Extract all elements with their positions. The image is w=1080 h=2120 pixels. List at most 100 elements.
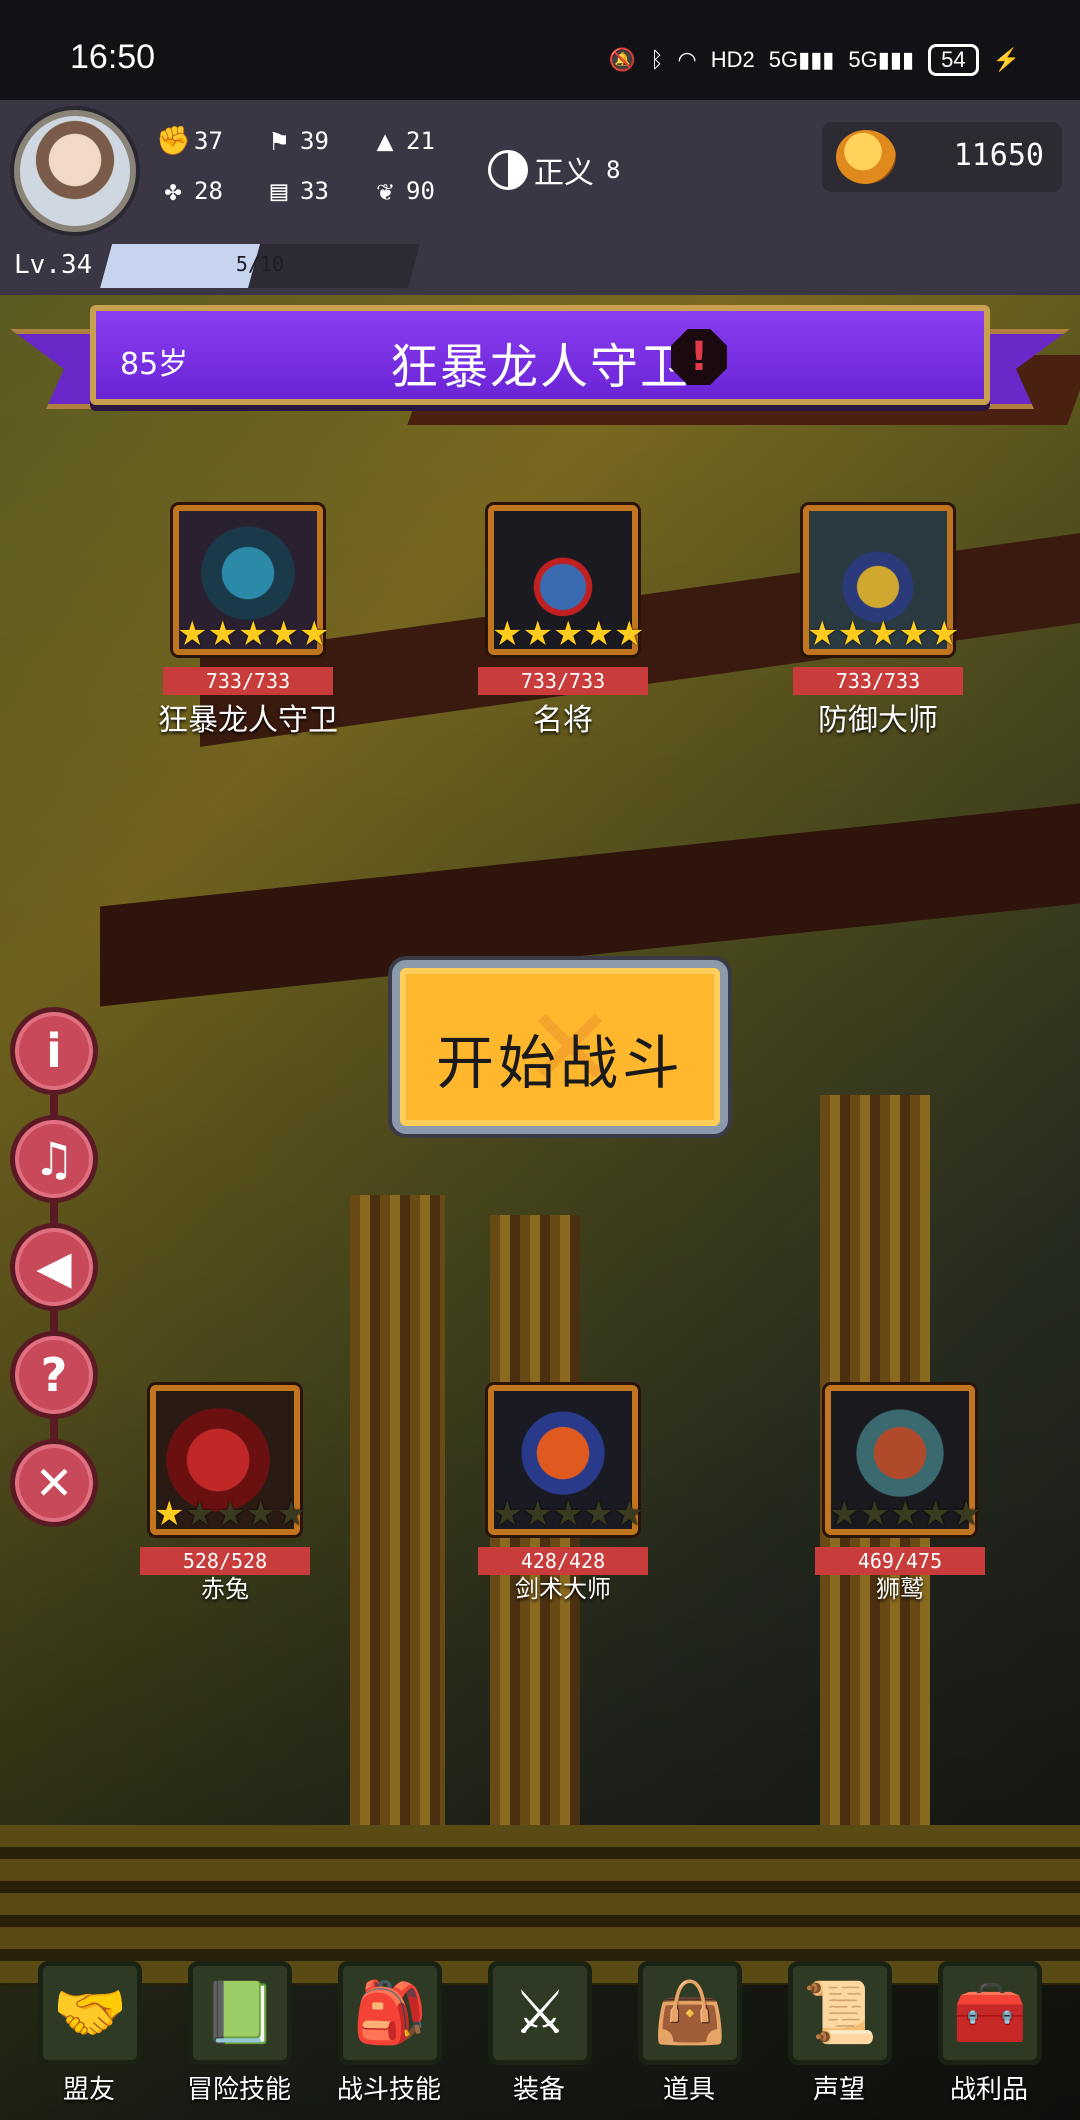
star-icon: ★ [492, 1494, 523, 1534]
gold-panel: 11650 [822, 122, 1062, 192]
star-icon: ★ [613, 1494, 645, 1534]
gold-coin-icon [836, 130, 896, 184]
star-icon: ★ [184, 1494, 215, 1534]
chain-link [50, 1095, 58, 1117]
battery-indicator: 54 [928, 44, 979, 76]
unit-name: 狂暴龙人守卫 [158, 703, 338, 738]
chain-link [50, 1419, 58, 1441]
nav-items[interactable]: 👜 道具 [624, 1955, 754, 2115]
star-icon: ★ [245, 1494, 276, 1534]
chain-link [50, 1311, 58, 1333]
charging-icon: ⚡ [992, 47, 1020, 72]
star-icon: ★ [552, 614, 584, 654]
hd-badge: HD2 [710, 47, 755, 72]
clock: 16:50 [70, 38, 156, 76]
stat-agility: ⚑ 39 [262, 126, 329, 156]
unit-name: 赤兔 [201, 1575, 249, 1603]
music-button[interactable]: ♫ [10, 1115, 98, 1203]
nav-reputation[interactable]: 📜 声望 [774, 1955, 904, 2115]
star-icon: ★ [920, 1494, 951, 1534]
hp-bar: 733/733 [163, 667, 333, 695]
mute-icon: 🔕 [608, 47, 637, 72]
star-icon: ★ [829, 1494, 860, 1534]
nav-allies[interactable]: 🤝 盟友 [24, 1955, 154, 2115]
unit-name: 剑术大师 [515, 1575, 611, 1603]
star-icon: ★ [859, 1494, 890, 1534]
speaker-icon: ◀ [36, 1240, 72, 1294]
chest-icon: 🧰 [938, 1961, 1042, 2065]
backpack-icon: 🎒 [338, 1961, 442, 2065]
nav-loot[interactable]: 🧰 战利品 [924, 1955, 1054, 2115]
stat-magic: ▲ 21 [368, 126, 435, 156]
star-rating: ★ ★ ★ ★ ★ [829, 1494, 981, 1534]
satchel-icon: 👜 [638, 1961, 742, 2065]
close-button[interactable]: ✕ [10, 1439, 98, 1527]
unit-name: 名将 [533, 703, 593, 738]
danger-icon[interactable]: ! [671, 329, 727, 385]
encounter-title: 狂暴龙人守卫 [389, 339, 690, 395]
bottom-nav: 🤝 盟友 📗 冒险技能 🎒 战斗技能 ⚔ 装备 👜 道具 📜 声望 🧰 战利品 [0, 1955, 1080, 2120]
star-rating: ★ ★ ★ ★ ★ [177, 614, 329, 654]
info-icon: i [46, 1024, 62, 1078]
star-icon: ★ [207, 614, 238, 654]
yin-yang-icon [488, 150, 528, 190]
justice-label: 正义 [534, 156, 594, 191]
boot-icon: ⚑ [270, 124, 288, 157]
nav-combat-skills[interactable]: 🎒 战斗技能 [324, 1955, 454, 2115]
star-icon: ★ [522, 614, 553, 654]
sound-button[interactable]: ◀ [10, 1223, 98, 1311]
wings-icon: ❦ [376, 174, 394, 207]
signal-2: 5G ▮▮▮ [848, 47, 915, 72]
star-icon: ★ [275, 1494, 307, 1534]
star-icon: ★ [867, 614, 899, 654]
star-rating: ★ ★ ★ ★ ★ [154, 1494, 306, 1534]
star-rating: ★ ★ ★ ★ ★ [807, 614, 959, 654]
scroll-icon: ▤ [270, 174, 288, 207]
star-icon: ★ [583, 1494, 614, 1534]
star-icon: ★ [268, 614, 299, 654]
star-icon: ★ [214, 1494, 246, 1534]
justice-indicator: 正义 8 [488, 148, 620, 192]
start-battle-label: 开始战斗 [435, 1029, 684, 1097]
parchment-icon: 📜 [788, 1961, 892, 2065]
unit-name: 防御大师 [818, 703, 938, 738]
player-avatar[interactable] [14, 110, 136, 232]
stat-luck: ✤ 28 [156, 176, 223, 206]
star-icon: ★ [298, 614, 330, 654]
stat-knowledge: ▤ 33 [262, 176, 329, 206]
star-icon: ★ [492, 614, 523, 654]
battle-scene: 85岁 狂暴龙人守卫 ! ★ ★ ★ ★ ★ 733/733 狂暴龙人守卫 ★ ★ ★ ★ ★ … [0, 295, 1080, 2120]
encounter-banner: 85岁 狂暴龙人守卫 ! [90, 305, 990, 405]
star-icon: ★ [552, 1494, 584, 1534]
book-icon: 📗 [188, 1961, 292, 2065]
nav-equipment[interactable]: ⚔ 装备 [474, 1955, 604, 2115]
star-icon: ★ [807, 614, 838, 654]
crossed-swords-icon: ⚔ [488, 1961, 592, 2065]
star-icon: ★ [898, 614, 929, 654]
status-icons: 🔕 ᛒ ◠ HD2 5G ▮▮▮ 5G ▮▮▮ 54 ⚡ [609, 44, 1020, 76]
status-bar: 16:50 🔕 ᛒ ◠ HD2 5G ▮▮▮ 5G ▮▮▮ 54 ⚡ [0, 0, 1080, 100]
info-button[interactable]: i [10, 1007, 98, 1095]
unit-name: 狮鹫 [876, 1575, 924, 1603]
star-icon: ★ [613, 614, 645, 654]
wifi-icon: ◠ [677, 47, 697, 72]
handshake-icon: 🤝 [38, 1961, 142, 2065]
close-icon: ✕ [34, 1456, 74, 1510]
fist-icon: ✊ [156, 124, 191, 157]
nav-adventure-skills[interactable]: 📗 冒险技能 [174, 1955, 304, 2115]
star-icon: ★ [950, 1494, 982, 1534]
music-note-icon: ♫ [33, 1132, 75, 1186]
chain-link [50, 1203, 58, 1225]
help-button[interactable]: ? [10, 1331, 98, 1419]
stat-spirit: ❦ 90 [368, 176, 435, 206]
star-icon: ★ [583, 614, 614, 654]
star-rating: ★ ★ ★ ★ ★ [492, 1494, 644, 1534]
justice-value: 8 [606, 156, 621, 184]
player-header: ✊ 37 ✤ 28 ⚑ 39 ▤ 33 ▲ 21 ❦ 90 正义 8 11650 Lv.34… [0, 100, 1080, 295]
question-icon: ? [40, 1348, 68, 1402]
xp-bar: 5/10 [100, 244, 420, 288]
star-icon: ★ [522, 1494, 553, 1534]
xp-text: 5/10 [235, 252, 285, 276]
start-battle-button[interactable]: ✕ 开始战斗 [392, 960, 728, 1134]
star-icon: ★ [237, 614, 269, 654]
